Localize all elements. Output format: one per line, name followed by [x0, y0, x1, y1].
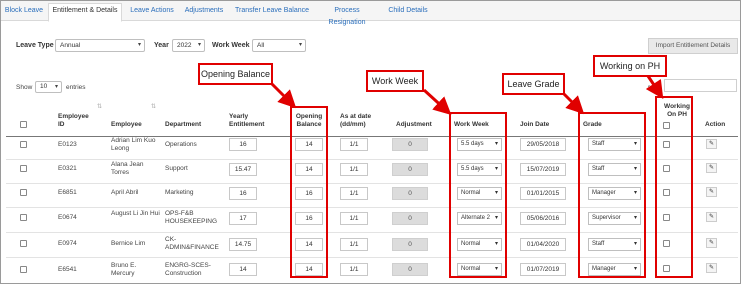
arrow-work-week: [422, 88, 452, 116]
annotation-arrows: [270, 75, 664, 116]
arrow-opening-balance: [270, 82, 297, 109]
arrow-leave-grade: [562, 92, 585, 115]
arrow-working-on-ph: [645, 75, 664, 99]
